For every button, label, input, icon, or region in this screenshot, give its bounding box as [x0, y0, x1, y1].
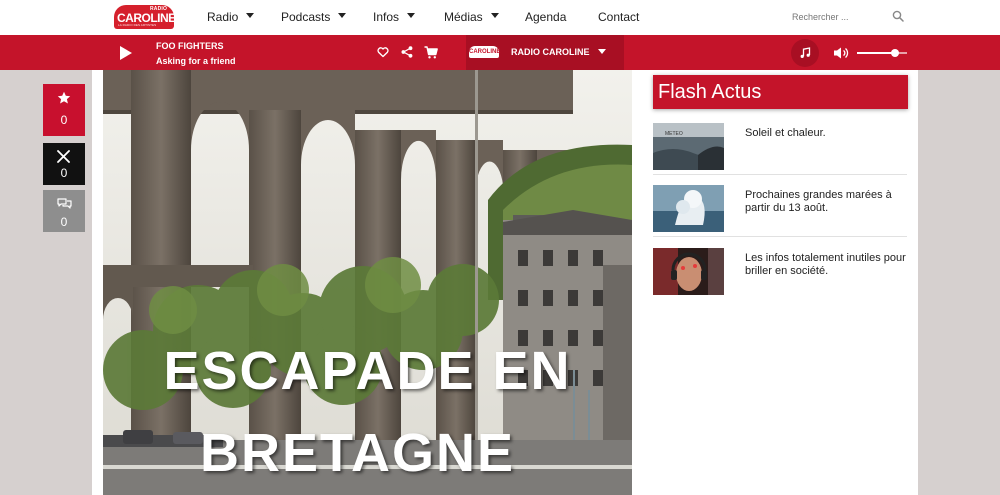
music-note-button[interactable] — [791, 39, 819, 67]
comments-icon — [57, 198, 72, 209]
station-selector[interactable]: CAROLINE RADIO CAROLINE — [466, 35, 624, 70]
now-playing-artist: FOO FIGHTERS — [156, 41, 224, 51]
volume-slider[interactable] — [857, 49, 907, 57]
nav-infos[interactable]: Infos — [373, 10, 416, 24]
x-logo-icon — [57, 150, 70, 163]
nav-medias[interactable]: Médias — [444, 10, 499, 24]
station-logo: CAROLINE — [469, 46, 500, 58]
headphones-girl-image — [653, 248, 724, 295]
nav-agenda[interactable]: Agenda — [525, 10, 566, 24]
flash-item-thumbnail[interactable] — [653, 248, 724, 295]
comments-button[interactable]: 0 — [43, 190, 85, 232]
flash-item-title[interactable]: Prochaines grandes marées à partir du 13… — [745, 189, 907, 215]
flash-actus-heading: Flash Actus — [653, 75, 908, 109]
cart-icon[interactable] — [424, 46, 438, 59]
flash-item[interactable]: METEO Soleil et chaleur. — [653, 123, 907, 175]
wave-image — [653, 185, 724, 232]
heart-icon[interactable] — [377, 46, 389, 58]
nav-podcasts-label: Podcasts — [281, 10, 331, 24]
nav-podcasts[interactable]: Podcasts — [281, 10, 347, 24]
nav-infos-label: Infos — [373, 10, 400, 24]
chevron-down-icon — [246, 13, 255, 18]
flash-item-title[interactable]: Les infos totalement inutiles pour brill… — [745, 252, 907, 278]
chevron-down-icon — [598, 49, 606, 54]
nav-radio[interactable]: Radio — [207, 10, 255, 24]
hero-title-line-2: BRETAGNE — [199, 423, 515, 483]
flash-item-thumbnail[interactable] — [653, 185, 724, 232]
volume-slider-handle[interactable] — [890, 49, 899, 57]
site-logo[interactable]: RADIO CAROLINE LA RADIO DES ARTISTES — [114, 5, 176, 29]
nav-contact[interactable]: Contact — [598, 10, 639, 24]
chevron-down-icon — [407, 13, 416, 18]
thumb-meteo-label: METEO — [665, 131, 683, 137]
favorite-button[interactable]: 0 — [43, 84, 85, 136]
volume-slider-fill — [857, 52, 895, 54]
divider — [653, 174, 907, 175]
divider — [653, 236, 907, 237]
search-icon[interactable] — [892, 10, 904, 22]
hero-title-line-1: ESCAPADE EN — [163, 341, 572, 401]
search-input[interactable] — [792, 8, 890, 26]
main-content: ESCAPADE EN BRETAGNE Flash Actus METEO S… — [92, 70, 918, 495]
music-note-icon — [800, 47, 811, 58]
star-icon — [57, 91, 71, 104]
share-x-button[interactable]: 0 — [43, 143, 85, 185]
nav-contact-label: Contact — [598, 10, 640, 24]
x-share-count: 0 — [60, 166, 68, 180]
flash-item[interactable]: Les infos totalement inutiles pour brill… — [653, 248, 907, 300]
top-navbar: RADIO CAROLINE LA RADIO DES ARTISTES Rad… — [0, 0, 1000, 35]
chevron-down-icon — [490, 13, 499, 18]
now-playing-track: Asking for a friend — [156, 56, 236, 66]
nav-medias-label: Médias — [444, 10, 483, 24]
play-icon[interactable] — [119, 45, 133, 61]
nav-radio-label: Radio — [207, 10, 239, 24]
volume-icon[interactable] — [833, 46, 849, 60]
comment-count: 0 — [60, 215, 68, 229]
flash-item[interactable]: Prochaines grandes marées à partir du 13… — [653, 185, 907, 237]
weather-sea-image: METEO — [653, 123, 724, 170]
station-name: RADIO CAROLINE — [511, 47, 590, 57]
flash-item-thumbnail[interactable]: METEO — [653, 123, 724, 170]
chevron-down-icon — [338, 13, 347, 18]
radio-player-bar: FOO FIGHTERS Asking for a friend CAROLIN… — [0, 35, 1000, 70]
favorite-count: 0 — [60, 113, 68, 127]
logo-tagline: LA RADIO DES ARTISTES — [118, 23, 157, 27]
share-icon[interactable] — [401, 46, 413, 58]
article-hero-image[interactable]: ESCAPADE EN BRETAGNE — [103, 70, 632, 495]
nav-agenda-label: Agenda — [525, 10, 567, 24]
flash-item-title[interactable]: Soleil et chaleur. — [745, 127, 907, 140]
